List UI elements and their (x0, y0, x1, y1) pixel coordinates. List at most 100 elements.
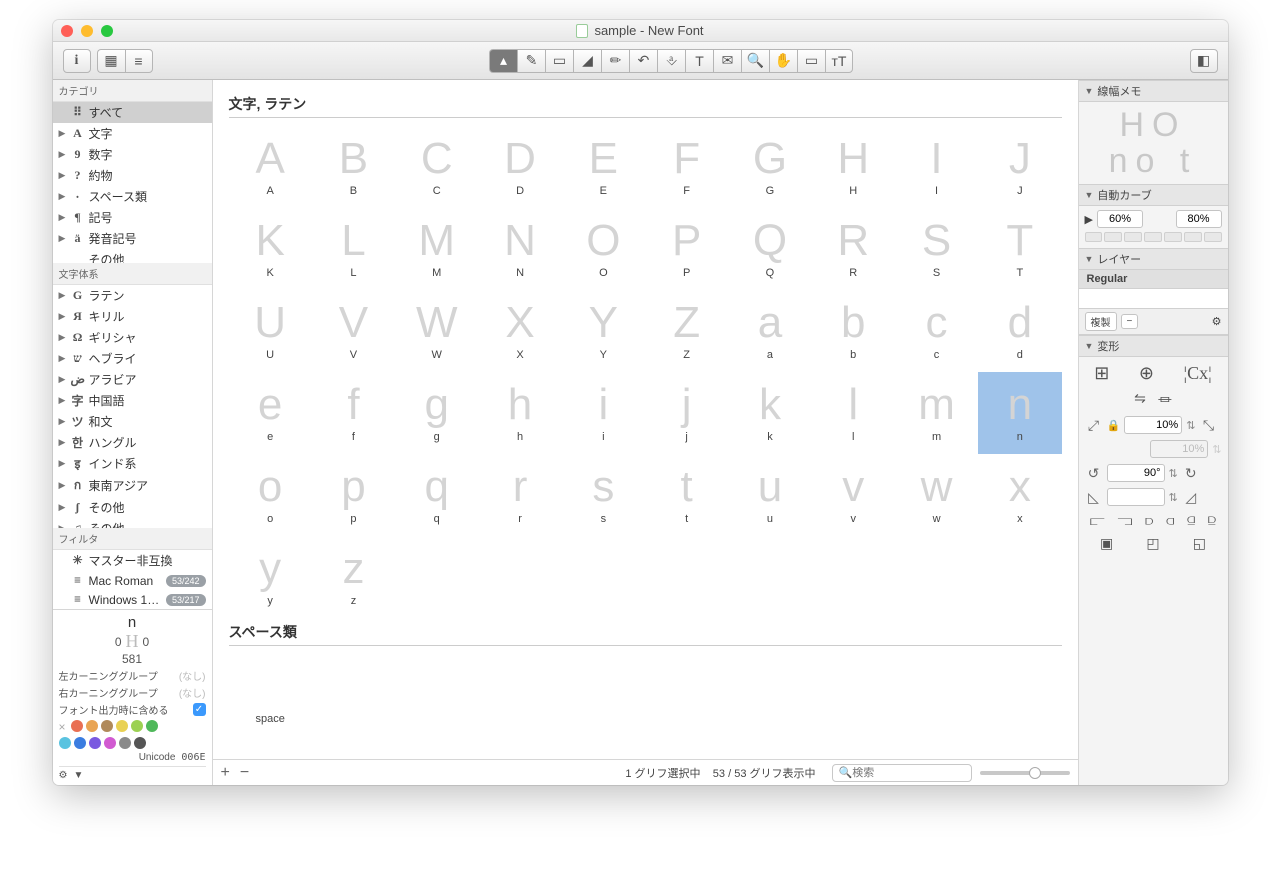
sidebar-item[interactable]: その他 (53, 249, 212, 263)
no-color-icon[interactable]: × (59, 720, 66, 734)
align-left-icon[interactable]: ⫍ (1090, 512, 1105, 529)
glyph-cell[interactable]: QQ (728, 208, 811, 290)
align-bottom-icon[interactable]: ⫒ (1208, 512, 1216, 529)
glyph-cell[interactable]: EE (562, 126, 645, 208)
sidebar-item[interactable]: ▶9数字 (53, 144, 212, 165)
autocurve-min-input[interactable] (1097, 210, 1143, 228)
duplicate-layer-button[interactable]: 複製 (1085, 312, 1117, 331)
glyph-cell[interactable]: qq (395, 454, 478, 536)
glyph-cell[interactable]: ss (562, 454, 645, 536)
target-icon[interactable]: ⊕ (1139, 363, 1154, 384)
glyph-cell[interactable]: HH (812, 126, 895, 208)
flip-v-icon[interactable]: ⏛ (1158, 390, 1172, 410)
sidebar-item[interactable]: ▶Яキリル (53, 306, 212, 327)
glyph-scroll-area[interactable]: 文字, ラテン AABBCCDDEEFFGGHHIIJJKKLLMMNNOOPP… (213, 80, 1078, 759)
list-view-button[interactable]: ≡ (125, 49, 153, 73)
glyph-cell[interactable]: PP (645, 208, 728, 290)
color-swatch[interactable] (101, 720, 113, 732)
sidebar-item[interactable]: ▶字中国語 (53, 390, 212, 411)
zoom-slider[interactable] (980, 771, 1070, 775)
mirror-grid-icon[interactable]: ⊞ (1094, 363, 1109, 384)
glyph-cell[interactable]: KK (229, 208, 312, 290)
rotate-ccw-icon[interactable]: ↺ (1085, 465, 1103, 482)
align-hcenter-icon[interactable]: ⫎ (1118, 512, 1133, 529)
glyph-cell[interactable]: MM (395, 208, 478, 290)
color-swatch[interactable] (86, 720, 98, 732)
transform-header[interactable]: ▼変形 (1079, 335, 1228, 357)
glyph-cell[interactable]: cc (895, 290, 978, 372)
bool-intersect-icon[interactable]: ◱ (1193, 535, 1206, 552)
sidebar-item[interactable]: ≡Windows 1…53/217 (53, 590, 212, 609)
flip-h-icon[interactable]: ⇋ (1134, 390, 1146, 410)
stepper4-icon[interactable]: ⇅ (1169, 491, 1178, 504)
glyph-cell[interactable]: AA (229, 126, 312, 208)
sidebar-item[interactable]: ▶한ハングル (53, 432, 212, 453)
hand-tool-button[interactable]: ✋ (769, 49, 797, 73)
pencil-tool-button[interactable]: ✏ (601, 49, 629, 73)
glyph-cell[interactable]: ll (812, 372, 895, 454)
scale-y-input[interactable] (1150, 440, 1208, 458)
scale-out-icon[interactable]: ⤢ (1085, 417, 1103, 434)
glyph-cell[interactable]: YY (562, 290, 645, 372)
panel-toggle-icon[interactable]: ▼ (73, 770, 83, 781)
glyph-cell[interactable]: CC (395, 126, 478, 208)
sidebar-item[interactable]: ▶?約物 (53, 165, 212, 186)
glyph-cell[interactable]: zz (312, 536, 395, 618)
sidebar-item[interactable]: ≡Mac Roman53/242 (53, 571, 212, 590)
color-swatch[interactable] (146, 720, 158, 732)
export-checkbox[interactable]: ✓ (193, 703, 206, 716)
color-swatch[interactable] (131, 720, 143, 732)
sidebar-item[interactable]: ▶♫その他 (53, 518, 212, 528)
glyph-cell[interactable]: NN (478, 208, 561, 290)
unicode-value[interactable]: 006E (181, 752, 205, 763)
sidebar-item[interactable]: ▶שヘブライ (53, 348, 212, 369)
glyph-cell-space[interactable]: space (229, 654, 312, 736)
glyph-cell[interactable]: TT (978, 208, 1061, 290)
autocurve-header[interactable]: ▼自動カーブ (1079, 184, 1228, 206)
left-kerning-value[interactable]: (なし) (179, 668, 206, 683)
glyph-cell[interactable]: xx (978, 454, 1061, 536)
scale-x-input[interactable] (1124, 416, 1182, 434)
glyph-cell[interactable]: BB (312, 126, 395, 208)
color-swatch[interactable] (119, 737, 131, 749)
layer-regular-row[interactable]: Regular (1079, 270, 1228, 289)
add-glyph-button[interactable]: + (221, 764, 230, 782)
skew-left-icon[interactable]: ◺ (1085, 489, 1103, 506)
glyph-cell[interactable]: bb (812, 290, 895, 372)
glyph-cell[interactable]: ii (562, 372, 645, 454)
glyph-cell[interactable]: JJ (978, 126, 1061, 208)
color-swatch[interactable] (74, 737, 86, 749)
glyph-cell[interactable]: ff (312, 372, 395, 454)
rect-tool-button[interactable]: ▭ (545, 49, 573, 73)
stroke-memo-header[interactable]: ▼線幅メモ (1079, 80, 1228, 102)
glyph-cell[interactable]: FF (645, 126, 728, 208)
glyph-cell[interactable]: kk (728, 372, 811, 454)
glyph-cell[interactable]: ee (229, 372, 312, 454)
glyph-cell[interactable]: SS (895, 208, 978, 290)
zoom-tool-button[interactable]: 🔍 (741, 49, 769, 73)
glyph-cell[interactable]: UU (229, 290, 312, 372)
glyph-cell[interactable]: WW (395, 290, 478, 372)
glyph-cell[interactable]: mm (895, 372, 978, 454)
autocurve-max-input[interactable] (1176, 210, 1222, 228)
gear-icon[interactable]: ⚙ (59, 770, 68, 781)
color-swatch[interactable] (71, 720, 83, 732)
skew-right-icon[interactable]: ◿ (1182, 489, 1200, 506)
sidebar-item[interactable]: ✳マスター非互換 (53, 550, 212, 571)
stepper2-icon[interactable]: ⇅ (1212, 443, 1221, 456)
color-swatch[interactable] (104, 737, 116, 749)
align-top-icon[interactable]: ⫏ (1166, 512, 1174, 529)
undo-tool-button[interactable]: ↶ (629, 49, 657, 73)
bool-subtract-icon[interactable]: ◰ (1146, 535, 1159, 552)
sidebar-item[interactable]: ▶ツ和文 (53, 411, 212, 432)
glyph-cell[interactable]: XX (478, 290, 561, 372)
remove-glyph-button[interactable]: − (240, 764, 249, 782)
annotation-tool-button[interactable]: ✉ (713, 49, 741, 73)
remove-layer-button[interactable]: − (1121, 314, 1139, 329)
search-input[interactable] (852, 767, 994, 779)
glyph-cell[interactable]: LL (312, 208, 395, 290)
stepper-icon[interactable]: ⇅ (1186, 419, 1195, 432)
glyph-cell[interactable]: GG (728, 126, 811, 208)
glyph-cell[interactable]: rr (478, 454, 561, 536)
sidebar-item[interactable]: ▶ä発音記号 (53, 228, 212, 249)
